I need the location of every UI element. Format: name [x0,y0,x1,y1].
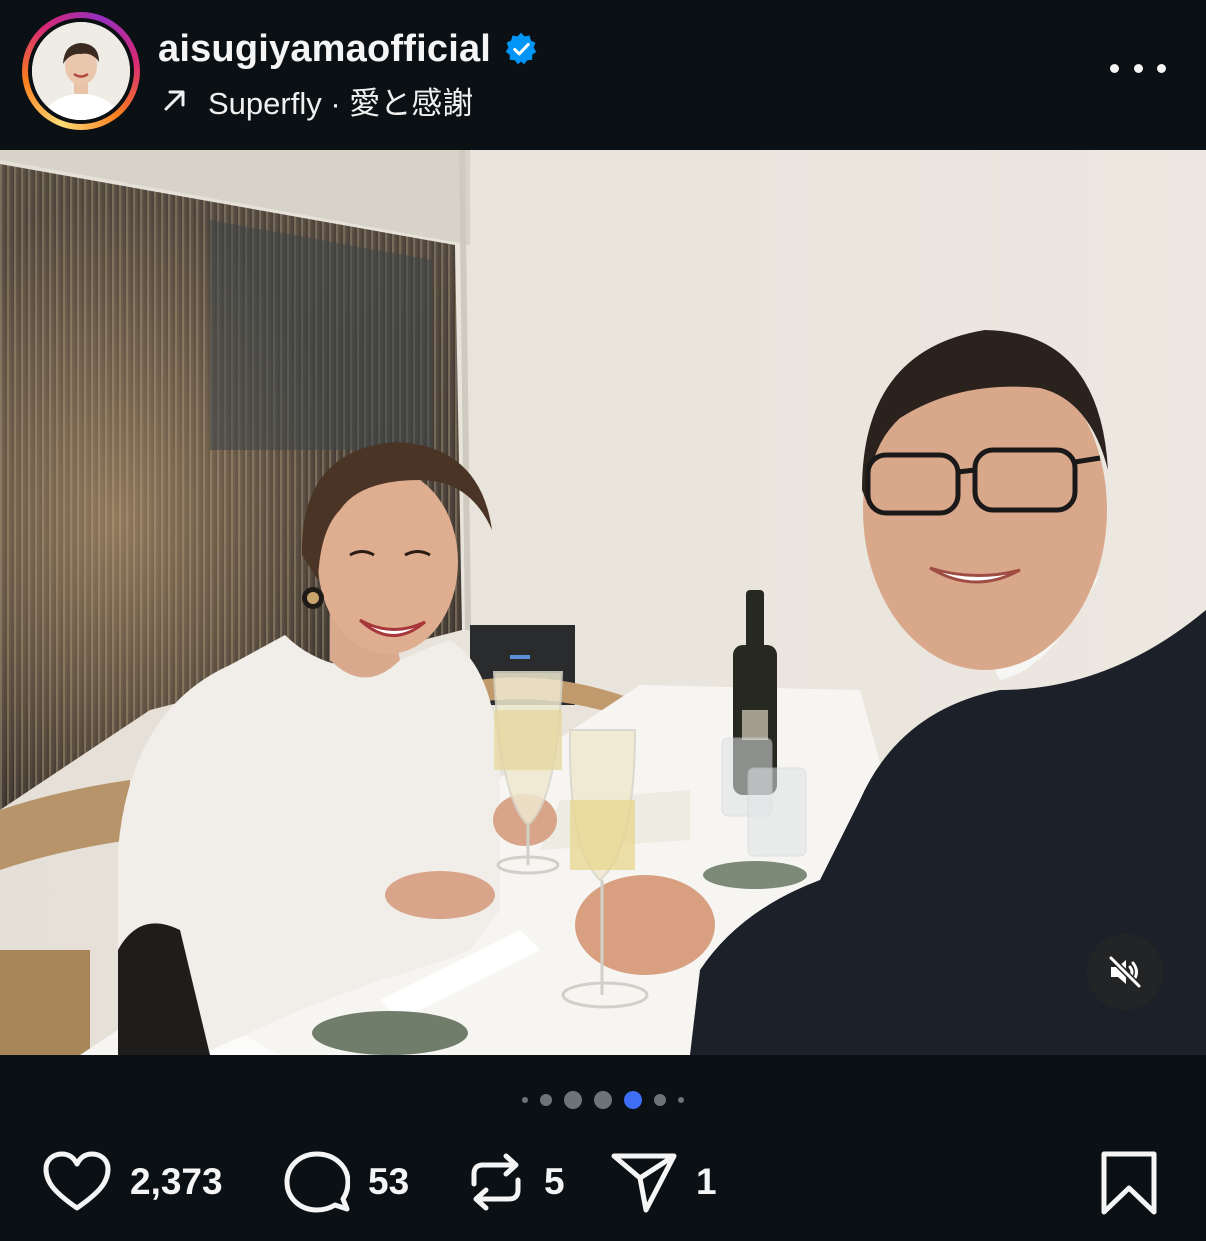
music-attribution[interactable]: Superfly · 愛と感謝 [160,80,474,121]
repost-count[interactable]: 5 [544,1161,565,1203]
send-icon [611,1153,677,1213]
mute-toggle-button[interactable] [1087,934,1163,1010]
username[interactable]: aisugiyamaofficial [158,28,491,71]
carousel-dot-active [624,1091,642,1109]
repost-button[interactable]: 5 [466,1150,565,1214]
repost-icon [471,1153,521,1211]
carousel-dot [678,1097,684,1103]
verified-badge-icon [505,32,537,65]
more-options-button[interactable] [1110,50,1166,86]
speaker-muted-icon [1108,955,1142,989]
carousel-dot [594,1091,612,1109]
avatar[interactable] [32,22,130,120]
arrow-up-right-icon [164,90,185,111]
carousel-dot [564,1091,582,1109]
carousel-dot [654,1094,666,1106]
post-photo[interactable] [0,150,1206,1055]
save-button[interactable] [1098,1150,1160,1216]
comment-icon [284,1151,350,1213]
comment-button[interactable]: 53 [284,1150,409,1214]
post-header: aisugiyamaofficial Superfly · 愛と感謝 [0,0,1206,150]
music-label: Superfly · 愛と感謝 [208,85,474,121]
post-actions: 2,373 53 5 1 [0,1140,1206,1220]
carousel-dot [522,1097,528,1103]
like-button[interactable]: 2,373 [42,1150,223,1214]
share-button[interactable]: 1 [610,1150,717,1214]
story-ring[interactable] [22,12,140,130]
more-dots-icon [1110,63,1119,73]
bookmark-icon [1101,1151,1157,1215]
like-count[interactable]: 2,373 [130,1161,223,1203]
share-count[interactable]: 1 [696,1161,717,1203]
instagram-post: aisugiyamaofficial Superfly · 愛と感謝 2,373… [0,0,1206,1241]
carousel-dot [540,1094,552,1106]
avatar-image [32,22,130,120]
photo-image [0,150,1206,1055]
carousel-indicator [0,1088,1206,1112]
heart-icon [43,1151,111,1211]
comment-count[interactable]: 53 [368,1161,409,1203]
